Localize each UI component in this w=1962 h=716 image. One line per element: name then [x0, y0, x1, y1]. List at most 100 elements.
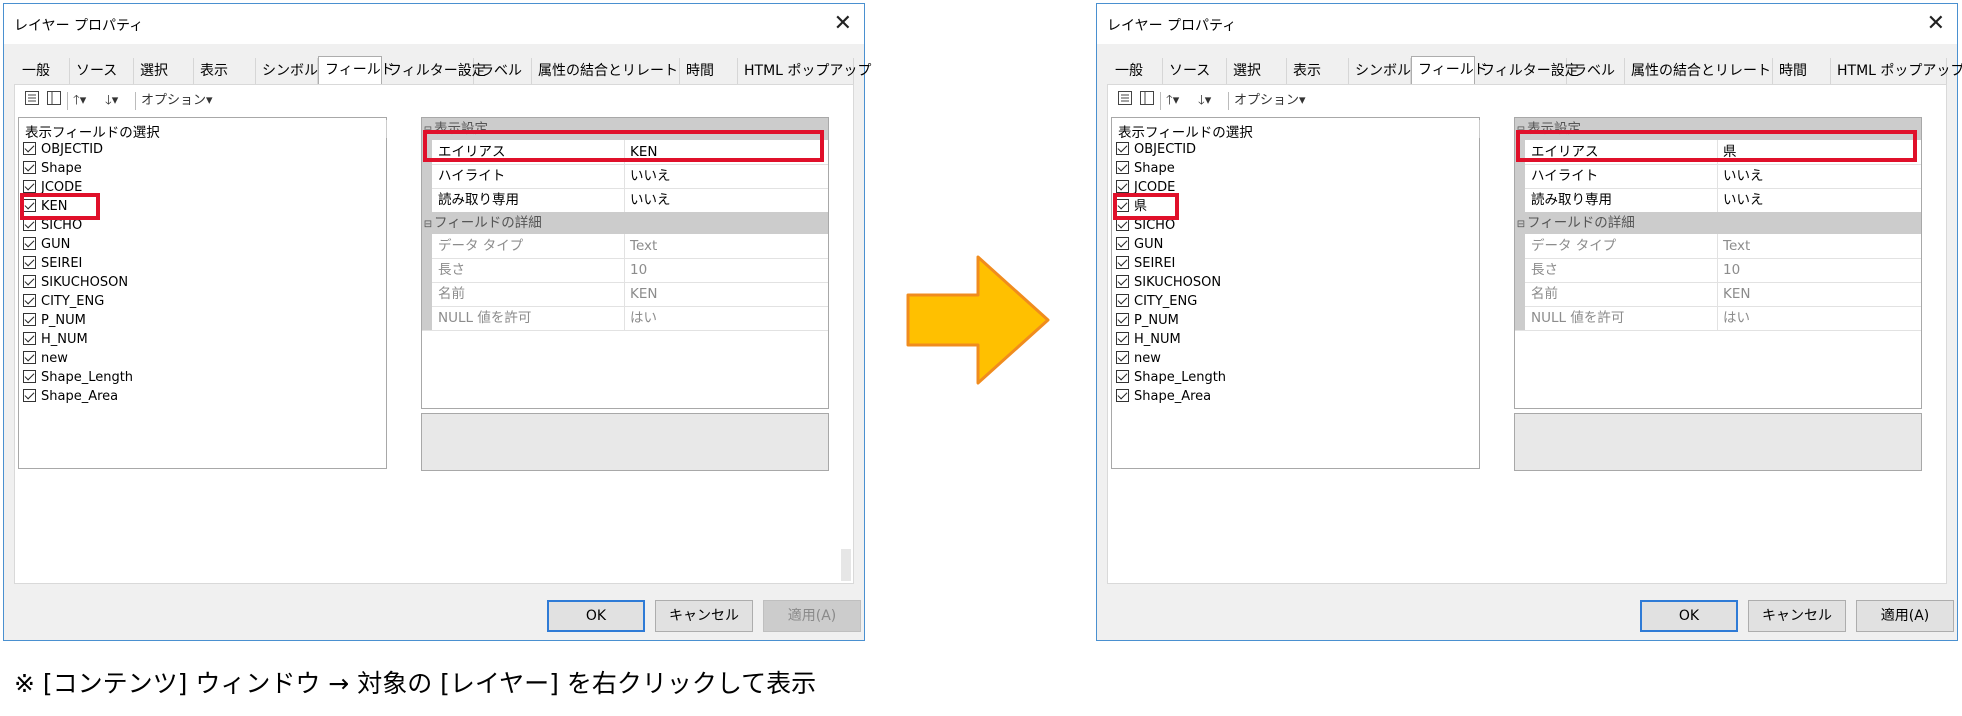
checkbox-checked-icon[interactable] — [1116, 180, 1129, 193]
tab-symbology[interactable]: シンボル — [256, 58, 318, 84]
field-item-city-eng[interactable]: CITY_ENG — [1116, 292, 1197, 311]
checkbox-checked-icon[interactable] — [23, 294, 36, 307]
field-item-new[interactable]: new — [23, 349, 68, 368]
checkbox-checked-icon[interactable] — [23, 161, 36, 174]
field-item-shape-area[interactable]: Shape_Area — [1116, 387, 1211, 406]
tab-selection[interactable]: 選択 — [134, 58, 194, 84]
field-item-p-num[interactable]: P_NUM — [1116, 311, 1179, 330]
table-view-icon[interactable] — [1140, 91, 1154, 111]
checkbox-checked-icon[interactable] — [23, 351, 36, 364]
collapse-icon[interactable]: ⊟ — [1515, 214, 1527, 236]
field-item-jcode[interactable]: JCODE — [23, 178, 82, 197]
checkbox-checked-icon[interactable] — [1116, 237, 1129, 250]
table-view-icon[interactable] — [47, 91, 61, 111]
apply-button[interactable]: 適用(A) — [1856, 600, 1954, 632]
field-item-p-num[interactable]: P_NUM — [23, 311, 86, 330]
collapse-icon[interactable]: ⊟ — [422, 214, 434, 236]
checkbox-checked-icon[interactable] — [1116, 370, 1129, 383]
field-item-jcode[interactable]: JCODE — [1116, 178, 1175, 197]
prop-row-highlight[interactable]: ハイライト いいえ — [1515, 164, 1921, 189]
checkbox-checked-icon[interactable] — [1116, 313, 1129, 326]
cancel-button[interactable]: キャンセル — [655, 600, 753, 632]
checkbox-checked-icon[interactable] — [1116, 332, 1129, 345]
field-item-objectid[interactable]: OBJECTID — [1116, 140, 1196, 159]
field-item-gun[interactable]: GUN — [23, 235, 70, 254]
readonly-value[interactable]: いいえ — [1723, 188, 1764, 212]
field-item-h-num[interactable]: H_NUM — [1116, 330, 1181, 349]
tab-source[interactable]: ソース — [1163, 58, 1227, 84]
list-view-icon[interactable] — [25, 91, 39, 111]
field-item-sikuchoson[interactable]: SIKUCHOSON — [23, 273, 128, 292]
category-field-details[interactable]: ⊟ フィールドの詳細 — [422, 212, 828, 234]
field-item-city-eng[interactable]: CITY_ENG — [23, 292, 104, 311]
move-up-icon[interactable]: 🡑▾ — [73, 91, 86, 111]
category-display-settings[interactable]: ⊟ 表示設定 — [422, 118, 828, 140]
scrollbar[interactable] — [841, 549, 851, 581]
ok-button[interactable]: OK — [1640, 600, 1738, 632]
checkbox-checked-icon[interactable] — [1116, 161, 1129, 174]
checkbox-checked-icon[interactable] — [1116, 275, 1129, 288]
options-menu-button[interactable]: オプション▾ — [1234, 91, 1306, 111]
category-field-details[interactable]: ⊟ フィールドの詳細 — [1515, 212, 1921, 234]
tab-display[interactable]: 表示 — [1287, 58, 1349, 84]
checkbox-checked-icon[interactable] — [23, 275, 36, 288]
move-down-icon[interactable]: 🡓▾ — [105, 91, 118, 111]
checkbox-checked-icon[interactable] — [23, 313, 36, 326]
checkbox-checked-icon[interactable] — [23, 237, 36, 250]
field-item-objectid[interactable]: OBJECTID — [23, 140, 103, 159]
move-up-icon[interactable]: 🡑▾ — [1166, 91, 1179, 111]
checkbox-checked-icon[interactable] — [23, 218, 36, 231]
tab-source[interactable]: ソース — [70, 58, 134, 84]
highlight-value[interactable]: いいえ — [1723, 164, 1764, 188]
tab-display[interactable]: 表示 — [194, 58, 256, 84]
tab-symbology[interactable]: シンボル — [1349, 58, 1411, 84]
alias-value-input[interactable]: 県 — [1723, 140, 1737, 164]
field-item-sicho[interactable]: SICHO — [23, 216, 82, 235]
checkbox-checked-icon[interactable] — [1116, 142, 1129, 155]
field-item-sicho[interactable]: SICHO — [1116, 216, 1175, 235]
field-item-sikuchoson[interactable]: SIKUCHOSON — [1116, 273, 1221, 292]
tab-definition-query[interactable]: フィルター設定 — [382, 58, 486, 84]
tab-fields[interactable]: フィールド — [1411, 56, 1488, 86]
tab-selection[interactable]: 選択 — [1227, 58, 1287, 84]
tab-definition-query[interactable]: フィルター設定 — [1475, 58, 1579, 84]
tab-labels[interactable]: ラベル — [474, 58, 532, 84]
checkbox-checked-icon[interactable] — [23, 332, 36, 345]
list-view-icon[interactable] — [1118, 91, 1132, 111]
checkbox-checked-icon[interactable] — [1116, 199, 1129, 212]
collapse-icon[interactable]: ⊟ — [1515, 120, 1527, 142]
category-display-settings[interactable]: ⊟ 表示設定 — [1515, 118, 1921, 140]
field-item-shape[interactable]: Shape — [1116, 159, 1175, 178]
checkbox-checked-icon[interactable] — [23, 389, 36, 402]
tab-joins-relates[interactable]: 属性の結合とリレート — [532, 58, 680, 84]
checkbox-checked-icon[interactable] — [23, 142, 36, 155]
close-icon[interactable]: ✕ — [1927, 10, 1945, 38]
checkbox-checked-icon[interactable] — [1116, 294, 1129, 307]
cancel-button[interactable]: キャンセル — [1748, 600, 1846, 632]
checkbox-checked-icon[interactable] — [1116, 218, 1129, 231]
move-down-icon[interactable]: 🡓▾ — [1198, 91, 1211, 111]
prop-row-alias[interactable]: エイリアス KEN — [422, 140, 828, 165]
field-item-seirei[interactable]: SEIREI — [23, 254, 82, 273]
close-icon[interactable]: ✕ — [834, 10, 852, 38]
checkbox-checked-icon[interactable] — [1116, 351, 1129, 364]
prop-row-readonly[interactable]: 読み取り専用 いいえ — [422, 188, 828, 213]
checkbox-checked-icon[interactable] — [1116, 256, 1129, 269]
prop-row-alias[interactable]: エイリアス 県 — [1515, 140, 1921, 165]
options-menu-button[interactable]: オプション▾ — [141, 91, 213, 111]
field-item-shape-area[interactable]: Shape_Area — [23, 387, 118, 406]
field-item-ken-alias[interactable]: 県 — [1116, 197, 1147, 216]
field-item-h-num[interactable]: H_NUM — [23, 330, 88, 349]
readonly-value[interactable]: いいえ — [630, 188, 671, 212]
collapse-icon[interactable]: ⊟ — [422, 120, 434, 142]
tab-time[interactable]: 時間 — [1773, 58, 1831, 84]
tab-fields[interactable]: フィールド — [318, 56, 395, 86]
checkbox-checked-icon[interactable] — [23, 256, 36, 269]
field-item-new[interactable]: new — [1116, 349, 1161, 368]
alias-value-input[interactable]: KEN — [630, 140, 657, 164]
tab-general[interactable]: 一般 — [1109, 58, 1163, 84]
field-item-ken[interactable]: KEN — [23, 197, 67, 216]
field-item-gun[interactable]: GUN — [1116, 235, 1163, 254]
tab-html-popup[interactable]: HTML ポップアップ — [1831, 58, 1962, 84]
highlight-value[interactable]: いいえ — [630, 164, 671, 188]
